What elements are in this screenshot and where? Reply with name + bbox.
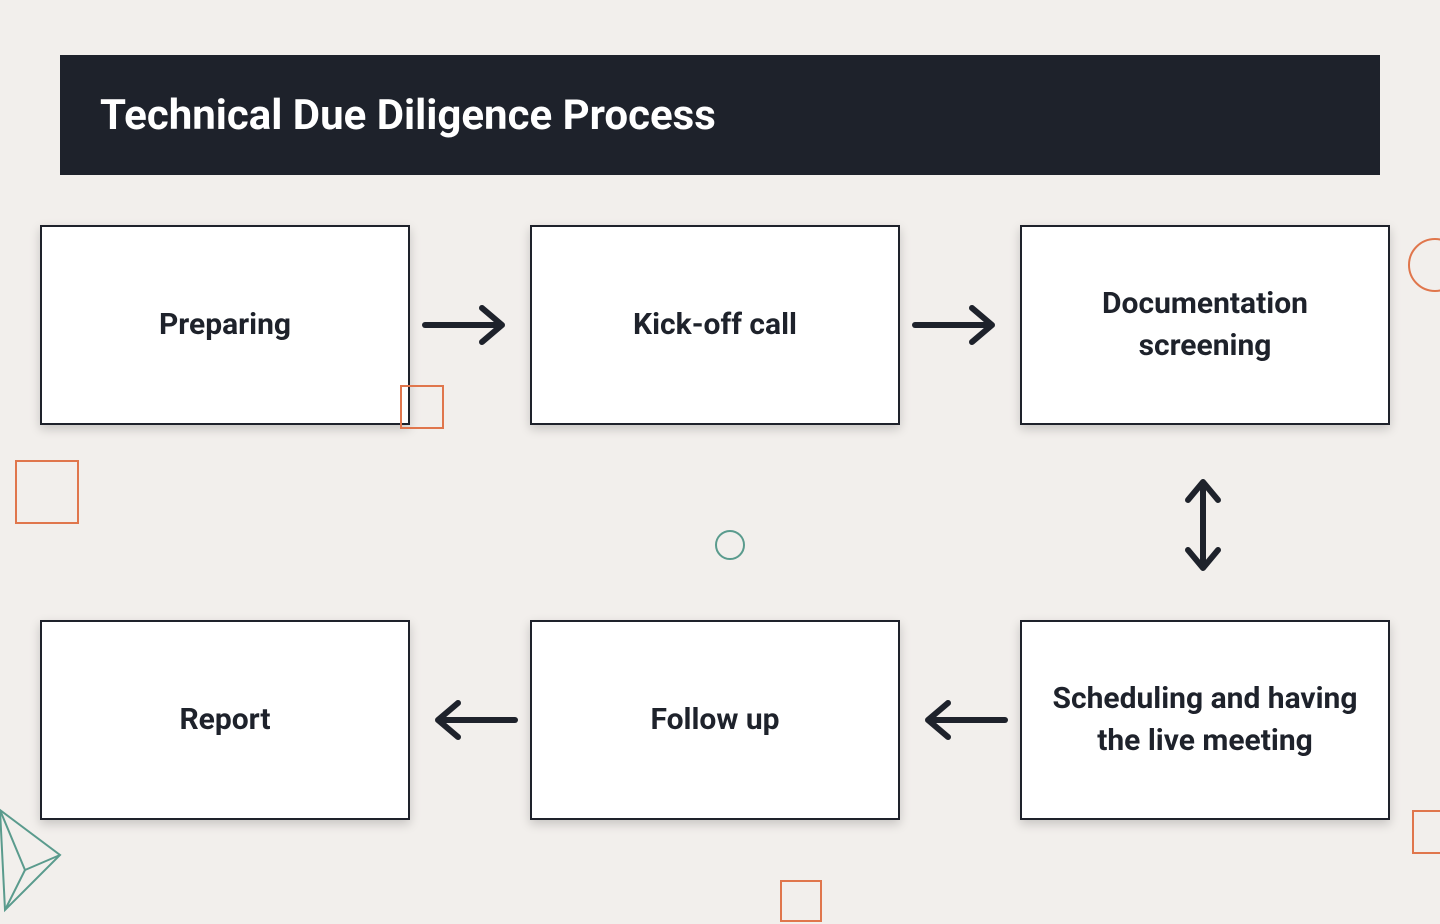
deco-square-icon (400, 385, 444, 429)
arrow-left-icon (420, 695, 520, 745)
step-report: Report (40, 620, 410, 820)
arrow-left-icon (910, 695, 1010, 745)
step-label: Kick-off call (633, 304, 797, 346)
step-label: Follow up (650, 699, 779, 741)
page-title: Technical Due Diligence Process (100, 91, 716, 140)
step-preparing: Preparing (40, 225, 410, 425)
deco-square-icon (1412, 810, 1440, 854)
step-followup: Follow up (530, 620, 900, 820)
deco-circle-icon (1408, 238, 1440, 292)
step-scheduling: Scheduling and having the live meeting (1020, 620, 1390, 820)
deco-square-icon (15, 460, 79, 524)
deco-triangle-icon (0, 800, 70, 924)
arrow-updown-icon (1178, 470, 1228, 580)
step-docscreen: Documentation screening (1020, 225, 1390, 425)
step-label: Documentation screening (1052, 283, 1358, 367)
step-kickoff: Kick-off call (530, 225, 900, 425)
arrow-right-icon (910, 300, 1010, 350)
arrow-right-icon (420, 300, 520, 350)
step-label: Preparing (159, 304, 291, 346)
deco-circle-icon (715, 530, 745, 560)
title-bar: Technical Due Diligence Process (60, 55, 1380, 175)
step-label: Report (179, 699, 270, 741)
step-label: Scheduling and having the live meeting (1052, 678, 1358, 762)
